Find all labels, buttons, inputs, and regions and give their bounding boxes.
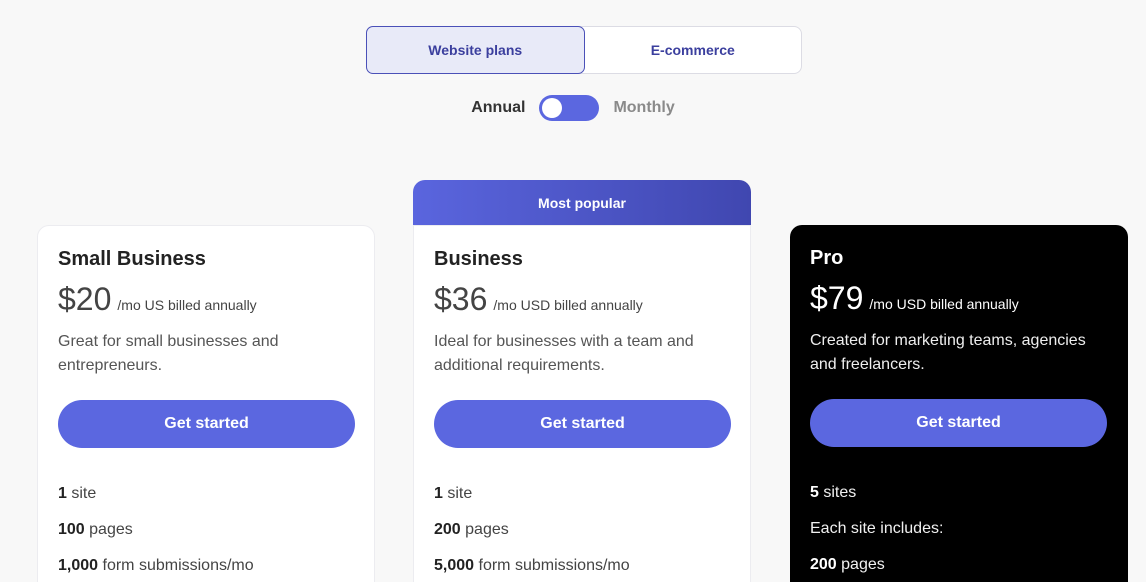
get-started-button[interactable]: Get started [810, 399, 1107, 447]
price-note: /mo USD billed annually [493, 297, 643, 313]
feature-text: form submissions/mo [474, 557, 630, 574]
annual-label[interactable]: Annual [471, 99, 525, 117]
feature-item: 100 pages [58, 520, 354, 540]
feature-item: 1 site [58, 484, 354, 504]
price-note: /mo US billed annually [117, 297, 257, 313]
feature-item: 1 site [434, 484, 730, 504]
feature-value: 200 [434, 521, 461, 538]
feature-text: Each site includes: [810, 520, 944, 537]
plan-card-pro: Pro $79 /mo USD billed annually Created … [790, 225, 1128, 582]
feature-item: 200 pages [434, 520, 730, 540]
billing-toggle[interactable] [539, 95, 600, 121]
most-popular-badge: Most popular [413, 180, 751, 225]
plan-name: Business [434, 248, 523, 270]
feature-text: site [442, 485, 473, 502]
feature-item: 5 sites [810, 483, 1108, 503]
feature-item: 1,000 form submissions/mo [58, 556, 354, 576]
monthly-label[interactable]: Monthly [613, 99, 674, 117]
plan-name: Small Business [58, 248, 206, 270]
feature-text: sites [818, 484, 857, 501]
plan-price: $36 [434, 281, 488, 317]
feature-value: 200 [810, 556, 837, 573]
feature-text: form submissions/mo [98, 557, 254, 574]
feature-value: 1 [58, 485, 67, 502]
feature-text: pages [836, 556, 885, 573]
feature-item: 5,000 form submissions/mo [434, 556, 730, 576]
feature-item: 200 pages [810, 555, 1108, 575]
feature-item: Each site includes: [810, 519, 1108, 539]
feature-value: 5 [810, 484, 819, 501]
feature-list: 5 sites Each site includes: 200 pages [810, 483, 1108, 575]
tab-website-plans[interactable]: Website plans [366, 26, 585, 74]
feature-text: site [66, 485, 97, 502]
price-row: $79 /mo USD billed annually [810, 280, 1108, 317]
plan-name: Pro [810, 247, 844, 269]
get-started-button[interactable]: Get started [434, 400, 731, 448]
price-row: $20 /mo US billed annually [58, 281, 354, 318]
get-started-button[interactable]: Get started [58, 400, 355, 448]
plan-card-business: Business $36 /mo USD billed annually Ide… [413, 225, 751, 582]
feature-text: pages [84, 521, 133, 538]
feature-text: pages [460, 521, 509, 538]
toggle-knob [542, 98, 563, 118]
billing-period-switch: Annual Monthly [0, 94, 1146, 122]
feature-value: 1,000 [58, 557, 99, 574]
tab-e-commerce[interactable]: E-commerce [585, 27, 802, 73]
plan-price: $79 [810, 280, 864, 316]
feature-value: 5,000 [434, 557, 475, 574]
plan-description: Great for small businesses and entrepren… [58, 333, 279, 374]
feature-value: 1 [434, 485, 443, 502]
plan-description: Created for marketing teams, agencies an… [810, 332, 1086, 373]
price-row: $36 /mo USD billed annually [434, 281, 730, 318]
plan-price: $20 [58, 281, 112, 317]
feature-list: 1 site 200 pages 5,000 form submissions/… [434, 484, 730, 576]
feature-list: 1 site 100 pages 1,000 form submissions/… [58, 484, 354, 576]
feature-value: 100 [58, 521, 85, 538]
price-note: /mo USD billed annually [869, 296, 1019, 312]
plan-card-small-business: Small Business $20 /mo US billed annuall… [37, 225, 375, 582]
plan-type-tabs: Website plans E-commerce [366, 26, 802, 74]
plan-description: Ideal for businesses with a team and add… [434, 333, 694, 374]
